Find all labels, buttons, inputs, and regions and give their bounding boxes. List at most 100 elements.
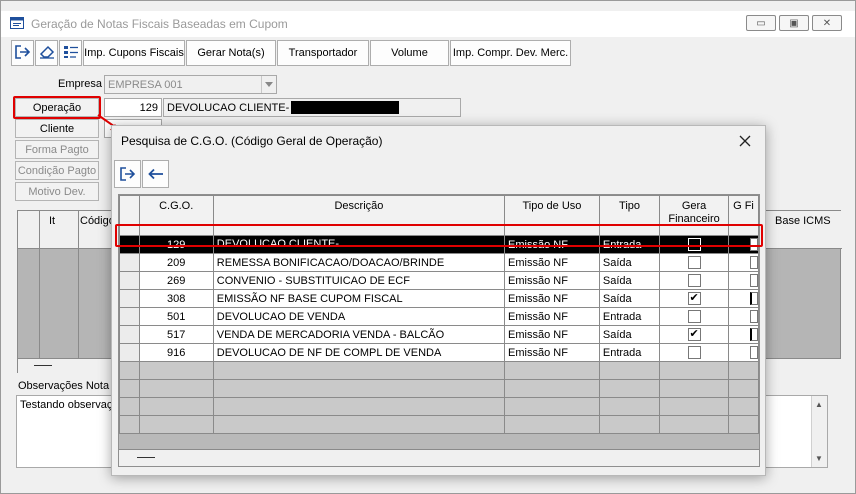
gera-financeiro-checkbox	[659, 253, 729, 272]
window-title: Geração de Notas Fiscais Baseadas em Cup…	[31, 17, 288, 31]
checkbox[interactable]	[749, 328, 758, 341]
list-button[interactable]	[59, 40, 82, 66]
checkbox[interactable]	[749, 310, 758, 323]
cgo-row[interactable]: 209 REMESSA BONIFICACAO/DOACAO/BRINDE Emis…	[119, 253, 759, 272]
gera-fi-checkbox	[727, 253, 759, 272]
gera-financeiro-checkbox	[659, 271, 729, 290]
cgo-grid-footer	[119, 449, 759, 466]
empty-cell	[119, 361, 140, 380]
cgo-descricao: CONVENIO - SUBSTITUICAO DE ECF	[212, 271, 506, 290]
cgo-code: 269	[138, 271, 214, 290]
imp-cupons-fiscais-button[interactable]: Imp. Cupons Fiscais	[83, 40, 185, 66]
gerar-notas-button[interactable]: Gerar Nota(s)	[186, 40, 276, 66]
empty-cell	[598, 361, 661, 380]
cgo-descricao: EMISSÃO NF BASE CUPOM FISCAL	[212, 289, 506, 308]
empty-cell	[659, 397, 729, 416]
empresa-value: EMPRESA 001	[108, 78, 183, 91]
clear-button[interactable]	[35, 40, 58, 66]
cgo-code: 916	[138, 343, 214, 362]
redacted-block	[291, 101, 400, 114]
cgo-tipo: Saída	[598, 289, 661, 308]
checkbox[interactable]	[749, 274, 758, 287]
forma-pagto-button[interactable]: Forma Pagto	[15, 140, 99, 159]
arrow-left-icon	[147, 168, 163, 180]
cgo-row[interactable]: 916 DEVOLUCAO DE NF DE COMPL DE VENDA Emis…	[119, 343, 759, 362]
observacoes-scrollbar[interactable]: ▲ ▼	[811, 396, 827, 467]
empty-cell	[659, 361, 729, 380]
empresa-select[interactable]: EMPRESA 001	[104, 75, 277, 94]
motivo-dev-button[interactable]: Motivo Dev.	[15, 182, 99, 201]
checkbox[interactable]	[749, 292, 758, 305]
scroll-down-icon[interactable]: ▼	[815, 454, 823, 463]
exit-button[interactable]	[11, 40, 34, 66]
empty-row	[119, 415, 759, 434]
col-base-icms: Base ICMS	[775, 215, 831, 227]
minimize-icon: ▭	[756, 17, 766, 29]
checkbox[interactable]	[687, 256, 701, 269]
cgo-row[interactable]: 269 CONVENIO - SUBSTITUICAO DE ECF Emissão…	[119, 271, 759, 290]
cgo-tipo: Saída	[598, 271, 661, 290]
empty-cell	[598, 379, 661, 398]
cgo-tipo: Entrada	[598, 307, 661, 326]
cgo-tipo-uso: Emissão NF	[504, 343, 600, 362]
cgo-descricao: DEVOLUCAO DE NF DE COMPL DE VENDA	[212, 343, 506, 362]
row-indicator	[119, 325, 140, 344]
selected-row-highlight	[115, 224, 763, 247]
close-window-button[interactable]: ✕	[812, 15, 842, 31]
empty-cell	[212, 415, 506, 434]
restore-icon: ▣	[789, 17, 799, 29]
empty-cell	[212, 379, 506, 398]
gera-fi-checkbox	[727, 307, 759, 326]
empty-cell	[212, 361, 506, 380]
cgo-row[interactable]: 501 DEVOLUCAO DE VENDA Emissão NF Entrada	[119, 307, 759, 326]
cgo-code: 308	[138, 289, 214, 308]
checkbox[interactable]: ✔	[687, 328, 701, 341]
scroll-up-icon[interactable]: ▲	[815, 400, 823, 409]
imp-compr-dev-merc-button[interactable]: Imp. Compr. Dev. Merc.	[450, 40, 571, 66]
checkbox[interactable]	[749, 256, 758, 269]
transportador-button[interactable]: Transportador	[277, 40, 369, 66]
empty-cell	[504, 415, 600, 434]
minimize-button[interactable]: ▭	[746, 15, 776, 31]
restore-button[interactable]: ▣	[779, 15, 809, 31]
list-icon	[63, 45, 79, 62]
checkmark-icon: ✔	[689, 328, 699, 340]
checkbox[interactable]: ✔	[687, 292, 701, 305]
cliente-button[interactable]: Cliente	[15, 119, 99, 138]
grid-line	[78, 211, 79, 358]
checkbox[interactable]	[687, 310, 701, 323]
cgo-code: 517	[138, 325, 214, 344]
checkbox[interactable]	[749, 346, 758, 359]
empty-row	[119, 397, 759, 416]
empresa-label: Empresa	[58, 78, 103, 90]
checkbox[interactable]	[687, 274, 701, 287]
empty-row	[119, 361, 759, 380]
cgo-descricao: VENDA DE MERCADORIA VENDA - BALCÃO	[212, 325, 506, 344]
gera-fi-checkbox	[727, 289, 759, 308]
empty-cell	[119, 379, 140, 398]
col-codigo: Código	[80, 215, 115, 227]
dialog-close-button[interactable]	[733, 130, 757, 152]
empty-cell	[727, 397, 759, 416]
checkbox[interactable]	[687, 346, 701, 359]
operacao-description: DEVOLUCAO CLIENTE-	[167, 101, 290, 114]
exit-icon	[14, 44, 31, 62]
cgo-tipo-uso: Emissão NF	[504, 253, 600, 272]
empty-cell	[659, 415, 729, 434]
cgo-tipo-uso: Emissão NF	[504, 289, 600, 308]
cgo-row[interactable]: 517 VENDA DE MERCADORIA VENDA - BALCÃO Emi…	[119, 325, 759, 344]
gera-financeiro-checkbox	[659, 307, 729, 326]
cgo-code: 501	[138, 307, 214, 326]
volume-button[interactable]: Volume	[370, 40, 449, 66]
cgo-descricao: REMESSA BONIFICACAO/DOACAO/BRINDE	[212, 253, 506, 272]
col-it: It	[49, 215, 56, 227]
exit-icon	[119, 167, 135, 181]
grid-line	[39, 211, 40, 358]
empty-cell	[119, 397, 140, 416]
eraser-icon	[39, 45, 55, 62]
condicao-pagto-button[interactable]: Condição Pagto	[15, 161, 99, 180]
cgo-row[interactable]: 308 EMISSÃO NF BASE CUPOM FISCAL Emissão N…	[119, 289, 759, 308]
dialog-exit-button[interactable]	[114, 160, 141, 188]
dialog-back-button[interactable]	[142, 160, 169, 188]
gera-fi-checkbox	[727, 271, 759, 290]
